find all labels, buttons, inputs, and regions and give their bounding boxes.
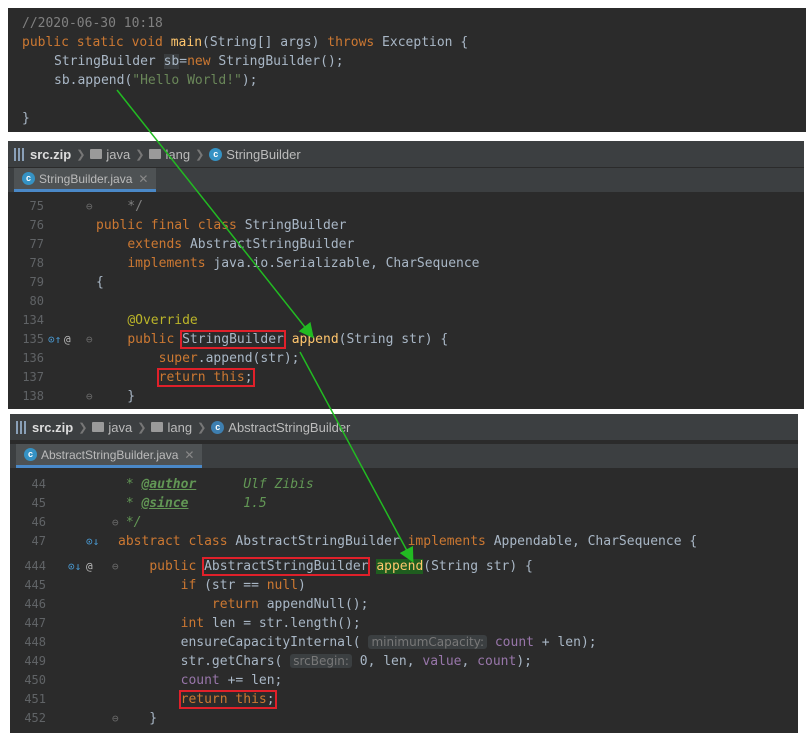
breadcrumb: src.zip ❯ java ❯ lang ❯ c StringBuilder	[8, 141, 804, 168]
code-line: 444 ⊙↓ @ ⊖ public AbstractStringBuilder app…	[24, 557, 533, 576]
crumb-java[interactable]: java	[92, 420, 132, 435]
crumb-java[interactable]: java	[90, 147, 130, 162]
code-line: 79{	[29, 275, 104, 290]
at-icon: @	[64, 333, 71, 346]
crumb-src-zip[interactable]: src.zip	[14, 147, 71, 162]
close-icon[interactable]: ✕	[138, 172, 148, 186]
chevron-right-icon: ❯	[197, 421, 207, 434]
main-signature: public static void main(String[] args) t…	[22, 35, 469, 50]
close-icon[interactable]: ✕	[184, 448, 194, 462]
code-line: 446 return appendNull();	[24, 597, 369, 612]
folder-icon	[92, 422, 105, 432]
abstract-class-icon: c	[211, 420, 225, 434]
implemented-icon[interactable]: ⊙↓	[86, 532, 99, 551]
tab-bar: c AbstractStringBuilder.java ✕	[10, 444, 798, 468]
chevron-right-icon: ❯	[135, 148, 145, 161]
code-line: 47 ⊙↓ abstract class AbstractStringBuilder…	[31, 532, 698, 551]
chevron-right-icon: ❯	[195, 148, 205, 161]
tab-abstractstringbuilder-java[interactable]: c AbstractStringBuilder.java ✕	[16, 444, 203, 468]
date-comment: //2020-06-30 10:18	[22, 16, 163, 31]
overrides-icon[interactable]: ⊙↓	[68, 557, 81, 576]
class-icon: c	[209, 147, 223, 161]
code-line: 452 ⊖ }	[24, 711, 158, 726]
code-line: 137 return this;	[22, 368, 255, 387]
comment-line: //2020-06-30 10:18	[22, 14, 163, 33]
return-this-box: return this;	[178, 690, 277, 709]
abstractstringbuilder-editor: src.zip ❯ java ❯ lang ❯ c AbstractStringB…	[10, 414, 798, 733]
crumb-class[interactable]: c StringBuilder	[209, 147, 301, 162]
code-line: 445 if (str == null)	[24, 578, 306, 593]
class-icon: c	[24, 448, 37, 461]
overrides-icon[interactable]: ⊙↑	[48, 330, 61, 349]
append-call: sb.append("Hello World!");	[54, 73, 258, 88]
zip-icon	[14, 147, 24, 161]
chevron-right-icon: ❯	[78, 421, 88, 434]
folder-icon	[90, 149, 103, 159]
zip-icon	[16, 420, 26, 434]
code-line: 77 extends AbstractStringBuilder	[29, 237, 355, 252]
chevron-right-icon: ❯	[76, 148, 86, 161]
return-type-box: StringBuilder	[180, 330, 286, 349]
return-type-box: AbstractStringBuilder	[202, 557, 371, 576]
fold-icon[interactable]: ⊖	[86, 387, 93, 406]
code-line: 451 return this;	[24, 690, 277, 709]
code-line: 78 implements java.io.Serializable, Char…	[29, 256, 480, 271]
code-line: 75 ⊖ */	[29, 197, 143, 216]
tab-stringbuilder-java[interactable]: c StringBuilder.java ✕	[14, 168, 157, 192]
closing-brace: }	[22, 111, 30, 126]
code-line: 449 str.getChars( srcBegin: 0, len, valu…	[24, 654, 532, 669]
code-line: 135 ⊙↑ @ ⊖ public StringBuilder append(Stri…	[22, 330, 449, 349]
code-line: 46 ⊖ */	[31, 515, 142, 530]
fold-icon[interactable]: ⊖	[86, 197, 93, 216]
code-area: 75 ⊖ */ 76 public final class StringBuilde…	[8, 197, 804, 409]
code-area: 44 * @author Ulf Zibis 45 * @since 1.5 4…	[10, 475, 798, 733]
crumb-lang[interactable]: lang	[149, 147, 190, 162]
folder-icon	[149, 149, 162, 159]
sb-declaration: StringBuilder sb=new StringBuilder();	[54, 54, 344, 69]
code-line: 76 public final class StringBuilder	[29, 218, 347, 233]
fold-icon[interactable]: ⊖	[86, 330, 93, 349]
code-line: 448 ensureCapacityInternal( minimumCapac…	[24, 635, 597, 650]
crumb-lang[interactable]: lang	[151, 420, 192, 435]
class-icon: c	[22, 172, 35, 185]
param-hint: minimumCapacity:	[368, 635, 488, 649]
code-line: 80	[29, 294, 44, 308]
crumb-src-zip[interactable]: src.zip	[16, 420, 73, 435]
chevron-right-icon: ❯	[137, 421, 147, 434]
code-line: 447 int len = str.length();	[24, 616, 361, 631]
param-hint: srcBegin:	[290, 654, 352, 668]
breadcrumb: src.zip ❯ java ❯ lang ❯ c AbstractStringB…	[10, 414, 798, 441]
code-line: 138 ⊖ }	[22, 387, 136, 406]
top-code-panel: //2020-06-30 10:18 public static void ma…	[8, 8, 806, 132]
stringbuilder-editor: src.zip ❯ java ❯ lang ❯ c StringBuilder c…	[8, 141, 804, 409]
at-icon: @	[86, 560, 93, 573]
code-line: 45 * @since 1.5	[31, 496, 267, 511]
return-this-box: return this;	[156, 368, 255, 387]
code-line: 134 @Override	[22, 313, 198, 328]
crumb-class[interactable]: c AbstractStringBuilder	[211, 420, 350, 435]
code-line: 44 * @author Ulf Zibis	[31, 477, 314, 492]
tab-bar: c StringBuilder.java ✕	[8, 168, 804, 192]
folder-icon	[151, 422, 164, 432]
code-line: 136 super.append(str);	[22, 351, 300, 366]
code-line: 450 count += len;	[24, 673, 283, 688]
